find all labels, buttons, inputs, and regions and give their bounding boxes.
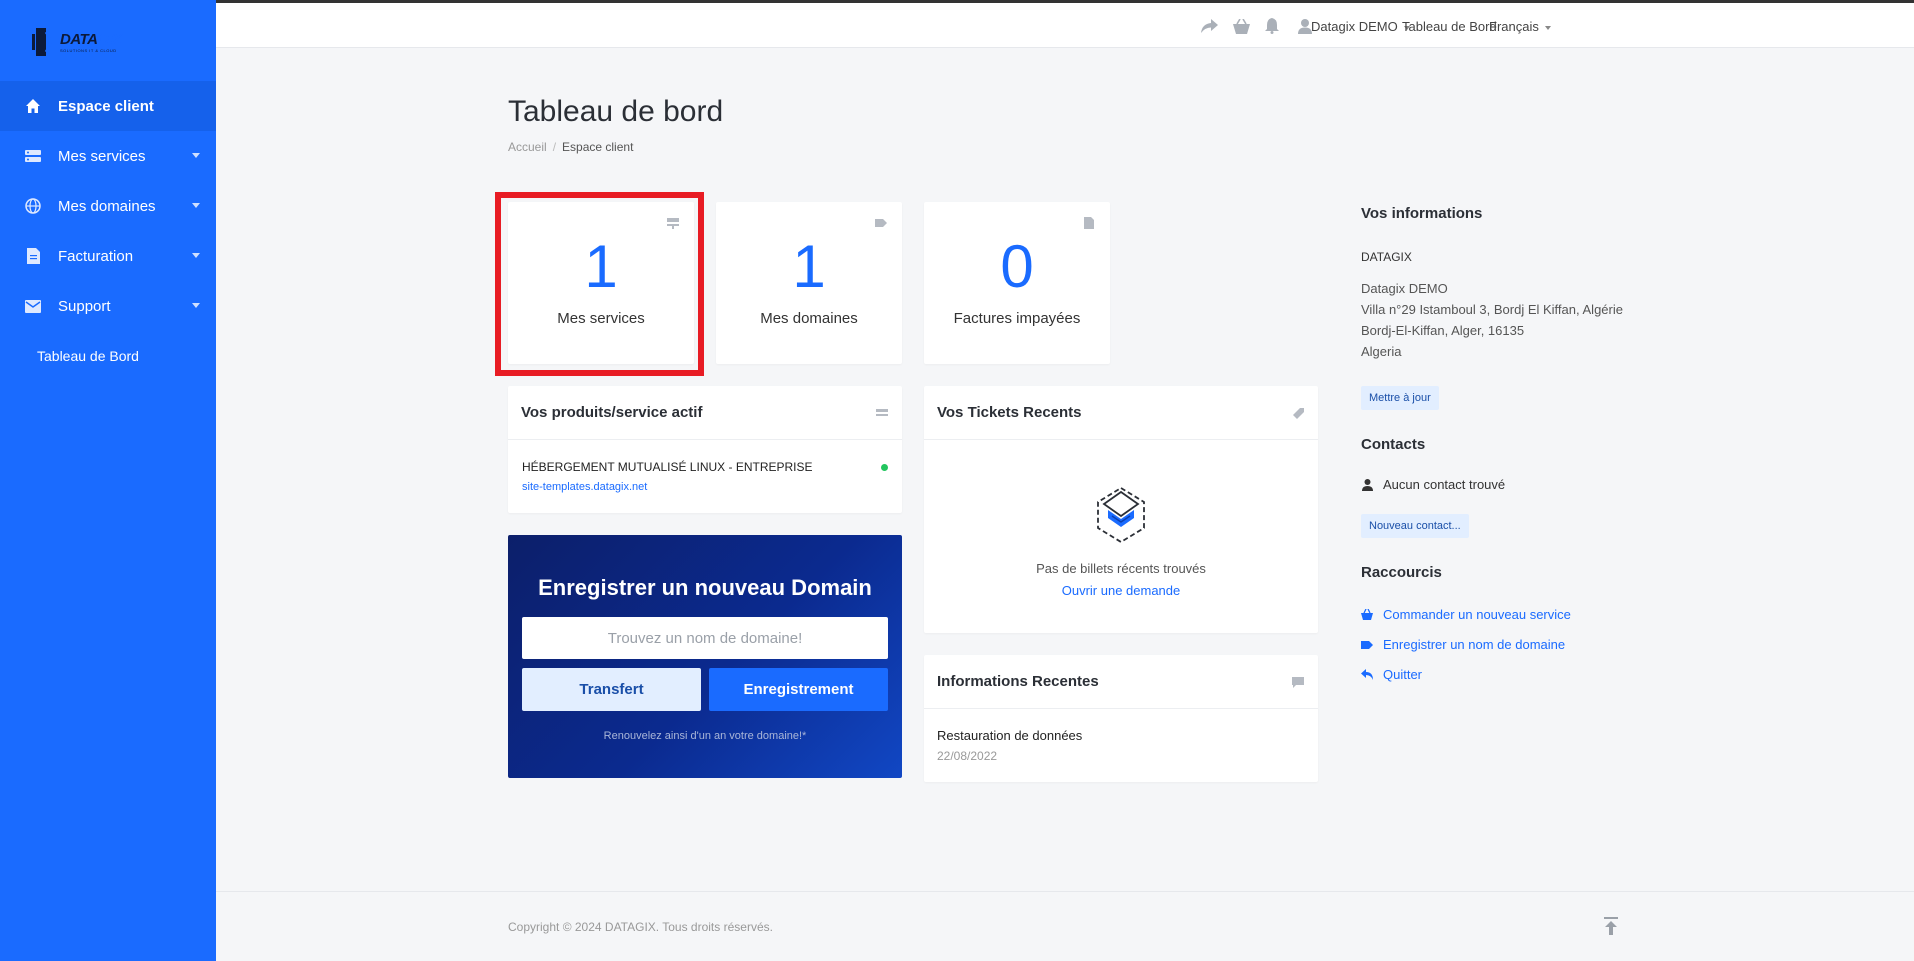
user-icon: [1361, 478, 1373, 491]
brand-logo[interactable]: DATAGIX SOLUTIONS IT & CLOUD: [30, 22, 140, 62]
comment-icon: [1292, 677, 1304, 688]
chevron-down-icon: [192, 253, 200, 258]
sidebar-nav: Espace client Mes services Mes domaines …: [0, 81, 216, 376]
sidebar-item-label: Mes domaines: [58, 197, 156, 215]
tag-icon: [875, 219, 887, 227]
page-title: Tableau de bord: [508, 95, 724, 128]
user-name: Datagix DEMO: [1311, 19, 1398, 34]
no-contact-row: Aucun contact trouvé: [1361, 477, 1505, 492]
tile-label: Factures impayées: [953, 310, 1081, 327]
tile-value: 0: [1000, 233, 1034, 300]
shortcut-label: Commander un nouveau service: [1383, 607, 1571, 622]
register-button[interactable]: Enregistrement: [709, 668, 888, 711]
logo-icon: [32, 28, 52, 56]
reply-icon: [1361, 669, 1373, 681]
info-address-line2: Bordj-El-Kiffan, Alger, 16135: [1361, 323, 1525, 338]
chevron-down-icon: [192, 303, 200, 308]
domain-search-input[interactable]: [522, 617, 888, 659]
tag-icon: [1361, 639, 1373, 651]
shortcut-logout[interactable]: Quitter: [1361, 667, 1422, 682]
back-to-top-icon[interactable]: [1603, 917, 1619, 935]
language-select[interactable]: Français: [1489, 19, 1551, 34]
shortcut-label: Quitter: [1383, 667, 1423, 682]
basket-icon: [1361, 609, 1373, 621]
sidebar-item-label: Facturation: [58, 247, 134, 265]
chevron-down-icon: [1544, 25, 1551, 30]
tickets-card: Vos Tickets Recents Pas de billets récen…: [924, 386, 1318, 633]
product-name[interactable]: HÉBERGEMENT MUTUALISÉ LINUX - ENTREPRISE: [522, 460, 813, 474]
language-label: Français: [1489, 19, 1539, 34]
sidebar-item-label: Support: [58, 297, 111, 315]
logo-tagline: SOLUTIONS IT & CLOUD: [60, 47, 117, 53]
home-icon: [24, 97, 42, 115]
breadcrumb: Accueil / Espace client: [508, 140, 634, 154]
info-country: Algeria: [1361, 344, 1402, 359]
news-card: Informations Recentes Restauration de do…: [924, 655, 1318, 782]
shortcut-order-service[interactable]: Commander un nouveau service: [1361, 607, 1571, 622]
server-icon: [24, 147, 42, 165]
tag-icon: [1293, 408, 1304, 419]
sidebar: DATAGIX SOLUTIONS IT & CLOUD Espace clie…: [0, 0, 216, 961]
shortcut-label: Enregistrer un nom de domaine: [1383, 637, 1566, 652]
new-contact-button[interactable]: Nouveau contact...: [1361, 514, 1469, 538]
open-ticket-link[interactable]: Ouvrir une demande: [924, 583, 1318, 598]
basket-icon[interactable]: [1232, 17, 1250, 35]
domain-register-title: Enregistrer un nouveau Domain: [538, 575, 872, 600]
empty-ticket-icon: [924, 486, 1318, 549]
chevron-down-icon: [192, 153, 200, 158]
info-address-line1: Villa n°29 Istamboul 3, Bordj El Kiffan,…: [1361, 302, 1623, 317]
chevron-down-icon: [192, 203, 200, 208]
shortcuts-title: Raccourcis: [1361, 564, 1442, 581]
domain-register-card: Enregistrer un nouveau Domain Transfert …: [508, 535, 902, 778]
products-card: Vos produits/service actif HÉBERGEMENT M…: [508, 386, 902, 513]
document-icon: [24, 247, 42, 265]
news-item-title[interactable]: Restauration de données: [937, 728, 1082, 743]
status-indicator: [881, 464, 888, 471]
highlight-box: [495, 192, 704, 376]
user-menu[interactable]: Datagix DEMO: [1311, 19, 1410, 34]
sidebar-item-espace-client[interactable]: Espace client: [0, 81, 216, 131]
tile-mes-domaines[interactable]: 1 Mes domaines: [716, 202, 902, 364]
info-company: DATAGIX: [1361, 250, 1412, 264]
empty-tickets-text: Pas de billets récents trouvés: [1036, 561, 1206, 576]
envelope-icon: [24, 297, 42, 315]
tile-label: Mes domaines: [760, 310, 858, 327]
logo-wordmark: DATAGIX: [60, 30, 122, 48]
bell-icon[interactable]: [1263, 17, 1281, 35]
document-icon: [1084, 217, 1094, 229]
topbar-dashboard-link[interactable]: Tableau de Bord: [1402, 19, 1497, 34]
transfer-button[interactable]: Transfert: [522, 668, 701, 711]
card-title: Vos produits/service actif: [521, 404, 703, 421]
domain-register-note: Renouvelez ainsi d'un an votre domaine!*: [603, 730, 807, 742]
footer: Copyright © 2024 DATAGIX. Tous droits ré…: [216, 891, 1914, 961]
copyright-text: Copyright © 2024 DATAGIX. Tous droits ré…: [508, 920, 773, 934]
product-domain-link[interactable]: site-templates.datagix.net: [522, 481, 647, 493]
no-contact-text: Aucun contact trouvé: [1383, 477, 1506, 492]
contacts-title: Contacts: [1361, 436, 1426, 453]
info-title: Vos informations: [1361, 205, 1483, 222]
tile-value: 1: [792, 233, 826, 300]
sidebar-item-facturation[interactable]: Facturation: [0, 231, 216, 281]
sidebar-item-mes-domaines[interactable]: Mes domaines: [0, 181, 216, 231]
sidebar-item-mes-services[interactable]: Mes services: [0, 131, 216, 181]
shortcut-register-domain[interactable]: Enregistrer un nom de domaine: [1361, 637, 1565, 652]
sidebar-item-label: Mes services: [58, 147, 146, 165]
card-title: Vos Tickets Recents: [937, 404, 1082, 421]
sidebar-link-tableau-de-bord[interactable]: Tableau de Bord: [0, 336, 216, 376]
sidebar-item-label: Espace client: [58, 97, 154, 115]
info-name: Datagix DEMO: [1361, 281, 1448, 296]
news-item-date: 22/08/2022: [937, 749, 998, 763]
breadcrumb-home[interactable]: Accueil: [508, 140, 547, 154]
update-info-button[interactable]: Mettre à jour: [1361, 386, 1439, 410]
tile-factures-impayees[interactable]: 0 Factures impayées: [924, 202, 1110, 364]
globe-icon: [24, 197, 42, 215]
server-icon: [876, 409, 888, 416]
sidebar-item-support[interactable]: Support: [0, 281, 216, 331]
breadcrumb-current: Espace client: [562, 140, 634, 154]
card-title: Informations Recentes: [937, 673, 1099, 690]
share-icon[interactable]: [1200, 17, 1218, 35]
top-bar: Datagix DEMO Tableau de Bord Français: [216, 0, 1914, 48]
